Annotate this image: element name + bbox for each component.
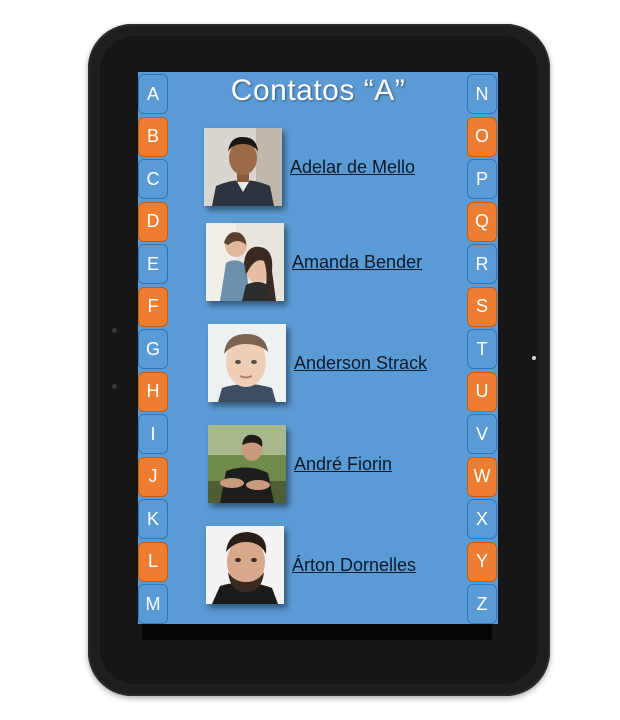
contact-name-link[interactable]: Árton Dornelles: [292, 555, 416, 576]
letter-tab[interactable]: B: [138, 116, 168, 157]
letter-tab[interactable]: S: [467, 286, 497, 327]
contact-photo[interactable]: [208, 425, 286, 503]
contact-name-link[interactable]: Amanda Bender: [292, 252, 422, 273]
letter-tab[interactable]: Q: [467, 201, 497, 242]
screen-bottom-bar: [142, 624, 492, 640]
contact-photo-image: [204, 128, 282, 206]
contact-name-link[interactable]: Adelar de Mello: [290, 157, 415, 178]
camera-dot: [112, 328, 117, 333]
light-sensor: [532, 356, 536, 360]
letter-tab[interactable]: X: [467, 499, 497, 539]
contact-item[interactable]: Anderson Strack: [208, 324, 427, 402]
letter-tab[interactable]: W: [467, 456, 497, 497]
letter-tab[interactable]: K: [138, 499, 168, 539]
letter-tab[interactable]: P: [467, 159, 497, 199]
letter-tab[interactable]: F: [138, 286, 168, 327]
letter-tab[interactable]: C: [138, 159, 168, 199]
contact-item[interactable]: André Fiorin: [208, 425, 392, 503]
contacts-screen: Contatos “A” A B C D E F G H I J K L M N…: [138, 72, 498, 624]
letter-tab[interactable]: U: [467, 371, 497, 412]
letter-tab[interactable]: Y: [467, 541, 497, 582]
letter-tab[interactable]: G: [138, 329, 168, 369]
letter-tab[interactable]: Z: [467, 584, 497, 624]
letter-tabs-left: A B C D E F G H I J K L M: [138, 74, 168, 624]
letter-tab[interactable]: L: [138, 541, 168, 582]
letter-tab[interactable]: T: [467, 329, 497, 369]
contact-photo-image: [208, 324, 286, 402]
contact-photo[interactable]: [206, 526, 284, 604]
contact-photo-image: [206, 526, 284, 604]
contact-photo[interactable]: [206, 223, 284, 301]
contact-name-link[interactable]: Anderson Strack: [294, 353, 427, 374]
sensor-dot: [112, 384, 117, 389]
page-title: Contatos “A”: [230, 74, 406, 107]
letter-tab[interactable]: D: [138, 201, 168, 242]
letter-tab[interactable]: M: [138, 584, 168, 624]
letter-tab[interactable]: V: [467, 414, 497, 454]
letter-tab[interactable]: I: [138, 414, 168, 454]
letter-tab[interactable]: E: [138, 244, 168, 284]
letter-tab[interactable]: H: [138, 371, 168, 412]
contact-photo[interactable]: [204, 128, 282, 206]
contact-item[interactable]: Amanda Bender: [206, 223, 422, 301]
contact-name-link[interactable]: André Fiorin: [294, 454, 392, 475]
contact-item[interactable]: Árton Dornelles: [206, 526, 416, 604]
letter-tab[interactable]: J: [138, 456, 168, 497]
contact-photo-image: [208, 425, 286, 503]
letter-tab[interactable]: N: [467, 74, 497, 114]
contact-photo-image: [206, 223, 284, 301]
contact-photo[interactable]: [208, 324, 286, 402]
letter-tab[interactable]: A: [138, 74, 168, 114]
letter-tabs-right: N O P Q R S T U V W X Y Z: [467, 74, 497, 624]
letter-tab[interactable]: R: [467, 244, 497, 284]
letter-tab[interactable]: O: [467, 116, 497, 157]
contact-item[interactable]: Adelar de Mello: [204, 128, 415, 206]
